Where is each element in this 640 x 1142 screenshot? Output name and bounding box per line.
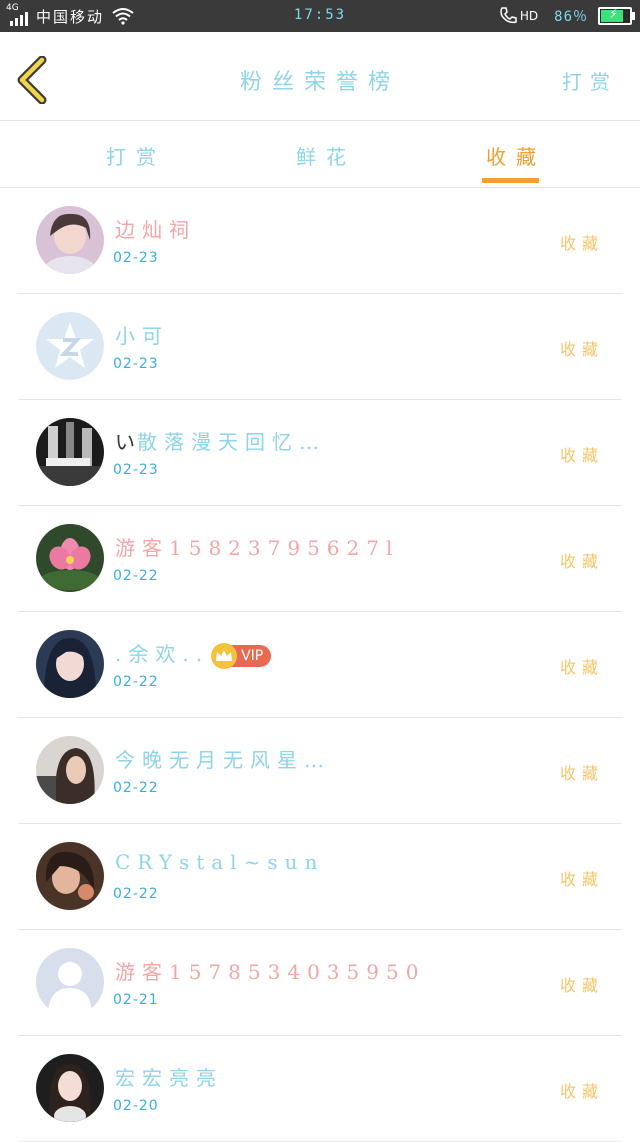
active-tab-indicator	[482, 178, 539, 183]
reward-button[interactable]: 打赏	[562, 66, 618, 95]
avatar[interactable]	[36, 842, 104, 910]
user-name: 游客1578534035950	[115, 960, 426, 984]
favorite-label[interactable]: 收藏	[560, 1078, 604, 1102]
list-item[interactable]: い散落漫天回忆… 02-23 收藏	[18, 400, 622, 506]
user-name: い散落漫天回忆…	[115, 426, 326, 455]
favorite-label[interactable]: 收藏	[560, 442, 604, 466]
fan-list: 边灿祠 02-23 收藏 小可 02-23 收藏 い散落漫天回忆… 02-23 …	[0, 188, 640, 1142]
list-item[interactable]: 游客15823795627l 02-22 收藏	[18, 506, 622, 612]
tab-reward[interactable]: 打赏	[106, 141, 166, 170]
tab-flowers[interactable]: 鲜花	[296, 141, 356, 170]
user-name: 宏宏亮亮	[115, 1066, 223, 1090]
favorite-label[interactable]: 收藏	[560, 972, 604, 996]
avatar[interactable]	[36, 948, 104, 1016]
list-item[interactable]: 边灿祠 02-23 收藏	[18, 188, 622, 294]
battery-percent: 86％	[554, 9, 588, 25]
avatar[interactable]	[36, 418, 104, 486]
list-item[interactable]: CRYstal~sun 02-22 收藏	[18, 824, 622, 930]
name-prefix: い	[115, 430, 137, 454]
user-name: 边灿祠	[115, 218, 196, 242]
status-right: HD 86％ ⚡	[498, 5, 635, 27]
favorite-label[interactable]: 收藏	[560, 654, 604, 678]
phone-icon	[500, 7, 517, 24]
name-text: 散落漫天回忆…	[137, 430, 326, 454]
avatar[interactable]	[36, 630, 104, 698]
item-date: 02-23	[113, 356, 159, 372]
tab-bar: 打赏 鲜花 收藏	[0, 121, 640, 188]
avatar[interactable]	[36, 1054, 104, 1122]
list-item[interactable]: .余欢.. VIP 02-22 收藏	[18, 612, 622, 718]
user-name: .余欢.. VIP	[115, 638, 272, 669]
item-date: 02-22	[113, 886, 159, 902]
vip-badge: VIP	[211, 642, 272, 669]
page-title: 粉丝荣誉榜	[239, 70, 400, 95]
user-name: CRYstal~sun	[115, 850, 325, 874]
list-item[interactable]: 宏宏亮亮 02-20 收藏	[18, 1036, 622, 1142]
name-text: .余欢..	[115, 642, 210, 666]
item-date: 02-22	[113, 568, 159, 584]
user-name: 游客15823795627l	[115, 536, 400, 560]
avatar[interactable]	[36, 524, 104, 592]
user-name: 今晚无月无风星…	[115, 748, 331, 772]
header-bar: 粉丝荣誉榜 打赏	[0, 32, 640, 121]
battery-icon: ⚡	[598, 7, 635, 25]
favorite-label[interactable]: 收藏	[560, 230, 604, 254]
crown-icon	[211, 642, 238, 669]
avatar[interactable]	[36, 736, 104, 804]
hd-label: HD	[519, 9, 539, 23]
item-date: 02-21	[113, 992, 159, 1008]
list-item[interactable]: 游客1578534035950 02-21 收藏	[18, 930, 622, 1036]
list-item[interactable]: 今晚无月无风星… 02-22 收藏	[18, 718, 622, 824]
vip-label: VIP	[231, 644, 272, 667]
item-date: 02-23	[113, 250, 159, 266]
user-name: 小可	[115, 324, 169, 348]
status-bar: 4G 中国移动 17:53 HD 86％ ⚡	[0, 0, 640, 32]
item-date: 02-20	[113, 1098, 159, 1114]
favorite-label[interactable]: 收藏	[560, 760, 604, 784]
item-date: 02-22	[113, 780, 159, 796]
tab-favorites[interactable]: 收藏	[486, 141, 546, 170]
favorite-label[interactable]: 收藏	[560, 336, 604, 360]
favorite-label[interactable]: 收藏	[560, 548, 604, 572]
avatar[interactable]	[36, 312, 104, 380]
avatar[interactable]	[36, 206, 104, 274]
list-item[interactable]: 小可 02-23 收藏	[18, 294, 622, 400]
item-date: 02-22	[113, 674, 159, 690]
favorite-label[interactable]: 收藏	[560, 866, 604, 890]
item-date: 02-23	[113, 462, 159, 478]
